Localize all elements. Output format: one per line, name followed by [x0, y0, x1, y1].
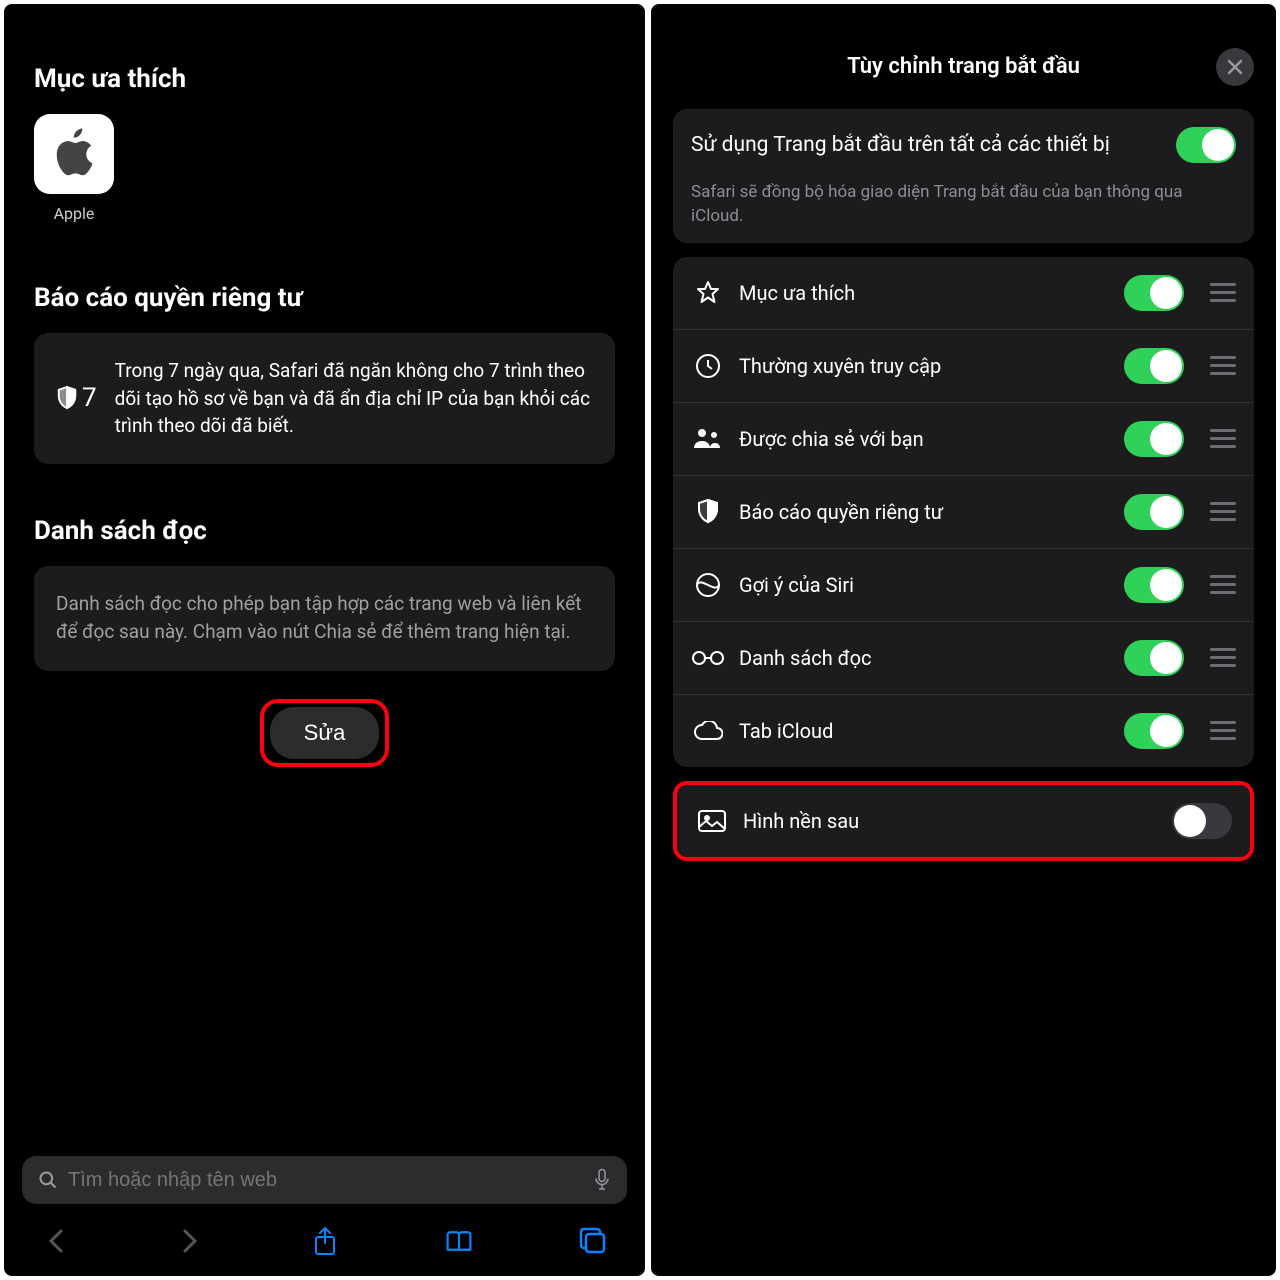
sync-row[interactable]: Sử dụng Trang bắt đầu trên tất cả các th… — [673, 109, 1254, 181]
option-toggle[interactable] — [1124, 494, 1184, 530]
favorites-section: Mục ưa thích Apple — [34, 64, 615, 223]
start-page-panel: Mục ưa thích Apple Báo cáo quyền riêng t… — [4, 4, 645, 1276]
edit-highlight: Sửa — [260, 699, 390, 767]
drag-handle[interactable] — [1210, 648, 1236, 667]
option-toggle[interactable] — [1124, 421, 1184, 457]
shield-icon — [691, 499, 725, 525]
option-label: Tab iCloud — [739, 719, 1110, 743]
options-card: Mục ưa thích Thường xuyên truy cập Được ch… — [673, 257, 1254, 767]
back-button[interactable] — [42, 1227, 70, 1255]
option-row-people[interactable]: Được chia sẻ với bạn — [673, 402, 1254, 475]
people-icon — [691, 428, 725, 450]
close-button[interactable] — [1216, 48, 1254, 86]
favorites-title: Mục ưa thích — [34, 64, 615, 94]
drag-handle[interactable] — [1210, 575, 1236, 594]
option-label: Thường xuyên truy cập — [739, 354, 1110, 378]
drag-handle[interactable] — [1210, 356, 1236, 375]
star-icon — [691, 280, 725, 306]
mic-icon[interactable] — [593, 1168, 611, 1192]
bookmarks-button[interactable] — [445, 1228, 473, 1254]
drag-handle[interactable] — [1210, 502, 1236, 521]
customize-title: Tùy chỉnh trang bắt đầu — [847, 54, 1080, 79]
readlist-section: Danh sách đọc Danh sách đọc cho phép bạn… — [34, 516, 615, 671]
option-toggle[interactable] — [1124, 275, 1184, 311]
option-row-glasses[interactable]: Danh sách đọc — [673, 621, 1254, 694]
option-toggle[interactable] — [1124, 640, 1184, 676]
search-icon — [38, 1170, 58, 1190]
drag-handle[interactable] — [1210, 721, 1236, 740]
sync-label: Sử dụng Trang bắt đầu trên tất cả các th… — [691, 131, 1162, 159]
customize-header: Tùy chỉnh trang bắt đầu — [673, 54, 1254, 79]
option-label: Báo cáo quyền riêng tư — [739, 500, 1110, 524]
option-label: Được chia sẻ với bạn — [739, 427, 1110, 451]
bg-card: Hình nền sau — [673, 781, 1254, 861]
image-icon — [695, 810, 729, 832]
option-toggle[interactable] — [1124, 348, 1184, 384]
option-row-cloud[interactable]: Tab iCloud — [673, 694, 1254, 767]
search-field[interactable] — [22, 1156, 627, 1204]
option-row-shield[interactable]: Báo cáo quyền riêng tư — [673, 475, 1254, 548]
option-label: Gợi ý của Siri — [739, 573, 1110, 597]
readlist-card[interactable]: Danh sách đọc cho phép bạn tập hợp các t… — [34, 566, 615, 671]
favorite-tile-apple[interactable] — [34, 114, 114, 194]
tabs-button[interactable] — [579, 1227, 607, 1255]
privacy-card[interactable]: 7 Trong 7 ngày qua, Safari đã ngăn không… — [34, 333, 615, 464]
forward-button[interactable] — [176, 1227, 204, 1255]
readlist-text: Danh sách đọc cho phép bạn tập hợp các t… — [56, 590, 593, 647]
search-input[interactable] — [68, 1169, 583, 1192]
share-button[interactable] — [311, 1226, 339, 1256]
siri-icon — [691, 572, 725, 598]
option-toggle[interactable] — [1124, 713, 1184, 749]
customize-panel: Tùy chỉnh trang bắt đầu Sử dụng Trang bắ… — [651, 4, 1276, 1276]
privacy-text: Trong 7 ngày qua, Safari đã ngăn không c… — [115, 357, 593, 440]
option-label: Mục ưa thích — [739, 281, 1110, 305]
cloud-icon — [691, 721, 725, 741]
option-label: Danh sách đọc — [739, 646, 1110, 670]
option-row-clock[interactable]: Thường xuyên truy cập — [673, 329, 1254, 402]
drag-handle[interactable] — [1210, 283, 1236, 302]
option-row-star[interactable]: Mục ưa thích — [673, 257, 1254, 329]
clock-icon — [691, 353, 725, 379]
bottom-bar — [4, 1156, 645, 1276]
close-icon — [1227, 59, 1243, 75]
sync-toggle[interactable] — [1176, 127, 1236, 163]
privacy-count: 7 — [56, 357, 97, 440]
bg-label: Hình nền sau — [743, 809, 1158, 833]
edit-button[interactable]: Sửa — [270, 707, 380, 759]
shield-icon — [56, 385, 78, 411]
option-row-siri[interactable]: Gợi ý của Siri — [673, 548, 1254, 621]
apple-logo-icon — [52, 128, 96, 180]
sync-card: Sử dụng Trang bắt đầu trên tất cả các th… — [673, 109, 1254, 243]
readlist-title: Danh sách đọc — [34, 516, 615, 546]
edit-wrap: Sửa — [34, 699, 615, 767]
privacy-title: Báo cáo quyền riêng tư — [34, 283, 615, 313]
glasses-icon — [691, 650, 725, 666]
favorite-label: Apple — [34, 204, 114, 223]
option-toggle[interactable] — [1124, 567, 1184, 603]
toolbar — [22, 1216, 627, 1264]
bg-row[interactable]: Hình nền sau — [677, 785, 1250, 857]
bg-toggle[interactable] — [1172, 803, 1232, 839]
privacy-section: Báo cáo quyền riêng tư 7 Trong 7 ngày qu… — [34, 283, 615, 464]
sync-hint: Safari sẽ đồng bộ hóa giao diện Trang bắ… — [673, 181, 1254, 243]
drag-handle[interactable] — [1210, 429, 1236, 448]
